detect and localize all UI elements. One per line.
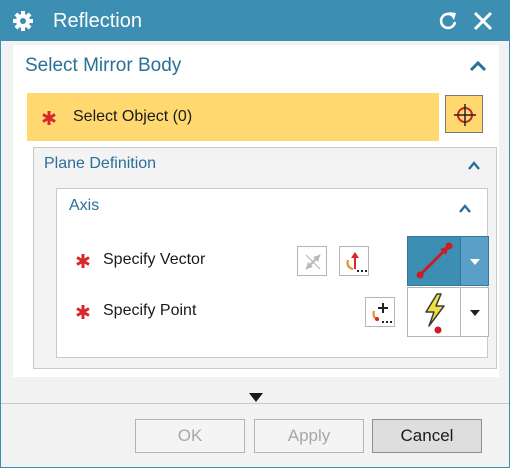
expand-more-icon[interactable] bbox=[249, 389, 263, 402]
axis-group: Axis Specify Vector Specify Point bbox=[56, 188, 489, 358]
required-star-icon bbox=[41, 110, 57, 126]
inferred-vector-button[interactable] bbox=[407, 236, 461, 286]
vector-constructor-button[interactable] bbox=[339, 246, 369, 276]
select-object-label: Select Object (0) bbox=[73, 108, 193, 125]
axis-title: Axis bbox=[69, 197, 100, 214]
reverse-direction-icon bbox=[305, 254, 321, 270]
vector-constructor-icon bbox=[346, 252, 367, 272]
cancel-button[interactable]: Cancel bbox=[372, 419, 482, 453]
required-star-icon bbox=[75, 304, 91, 320]
select-object-row[interactable]: Select Object (0) bbox=[27, 93, 439, 141]
plane-definition-group: Plane Definition Axis Specify Vector Spe… bbox=[33, 147, 497, 369]
inferred-vector-icon bbox=[416, 242, 453, 279]
reverse-direction-button[interactable] bbox=[297, 246, 327, 276]
chevron-up-icon[interactable] bbox=[458, 201, 472, 213]
point-constructor-button[interactable] bbox=[365, 297, 395, 327]
chevron-down-icon bbox=[470, 259, 480, 265]
chevron-up-icon[interactable] bbox=[469, 59, 487, 73]
title-bar[interactable]: Reflection bbox=[1, 1, 509, 41]
inferred-point-button[interactable] bbox=[407, 287, 461, 337]
footer-divider bbox=[1, 403, 509, 404]
apply-button[interactable]: Apply bbox=[254, 419, 364, 453]
chevron-down-icon bbox=[470, 310, 480, 316]
section-title: Select Mirror Body bbox=[25, 55, 182, 76]
close-icon[interactable] bbox=[471, 9, 495, 33]
specify-vector-row: Specify Vector bbox=[57, 236, 489, 286]
mirror-body-section-header[interactable]: Select Mirror Body bbox=[13, 45, 499, 87]
required-star-icon bbox=[75, 253, 91, 269]
plane-definition-title: Plane Definition bbox=[44, 155, 157, 172]
dialog-content: Select Mirror Body Select Object (0) Pla… bbox=[13, 45, 499, 377]
dialog-title: Reflection bbox=[53, 10, 142, 32]
vector-type-dropdown[interactable] bbox=[461, 236, 489, 286]
gear-icon bbox=[11, 9, 35, 33]
chevron-up-icon[interactable] bbox=[467, 158, 481, 170]
reflection-dialog: Reflection Select Mirror Body Select Obj… bbox=[0, 0, 510, 468]
reset-icon[interactable] bbox=[436, 9, 460, 33]
ok-button[interactable]: OK bbox=[135, 419, 245, 453]
point-type-dropdown[interactable] bbox=[461, 287, 489, 337]
select-object-button[interactable] bbox=[445, 95, 483, 133]
inferred-point-icon bbox=[425, 293, 445, 334]
specify-vector-label: Specify Vector bbox=[103, 251, 206, 268]
crosshair-icon bbox=[454, 104, 476, 126]
specify-point-label: Specify Point bbox=[103, 302, 197, 319]
specify-point-row: Specify Point bbox=[57, 287, 489, 337]
point-constructor-icon bbox=[372, 303, 392, 323]
